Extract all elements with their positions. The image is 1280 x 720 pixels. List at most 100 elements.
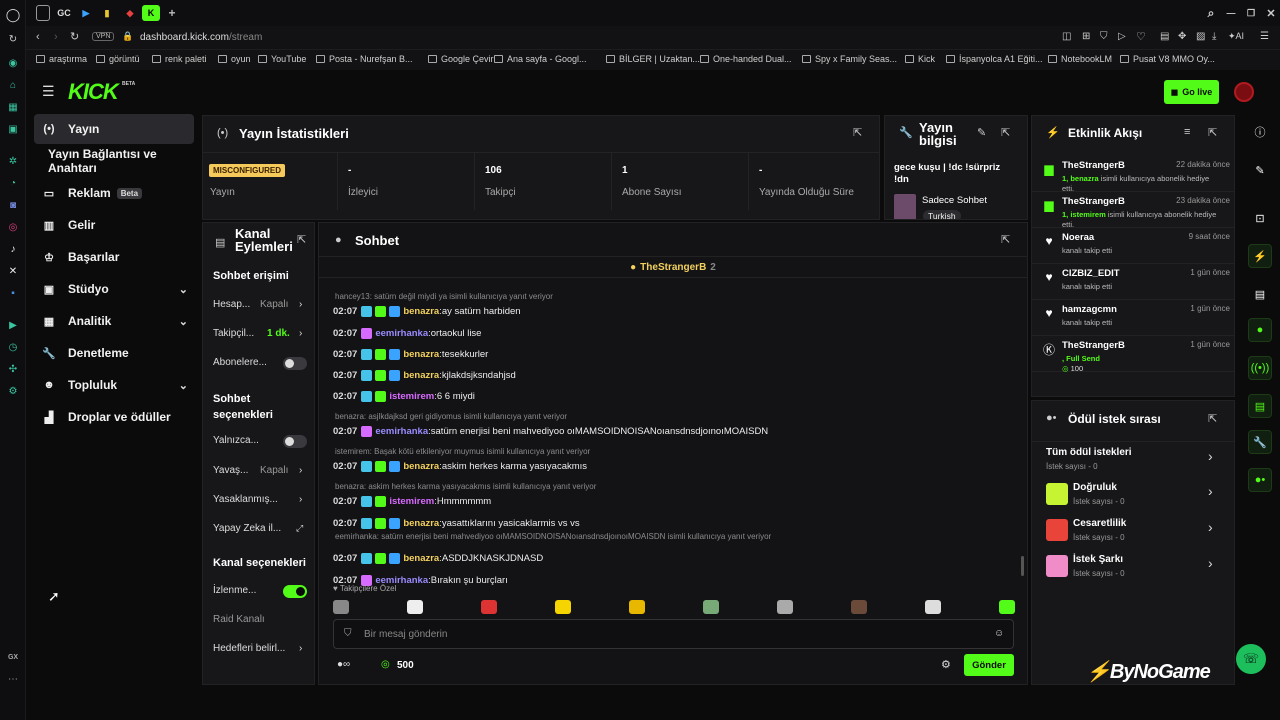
- tiktok-icon[interactable]: ♪: [6, 242, 20, 256]
- bookmark-item[interactable]: Ana sayfa - Googl...: [494, 54, 587, 64]
- history-icon[interactable]: ◷: [6, 340, 20, 354]
- send-button[interactable]: Gönder: [964, 654, 1014, 676]
- x-icon[interactable]: ✕: [6, 264, 20, 278]
- chat-message[interactable]: 02:07 benazra: tesekkurler: [333, 349, 488, 360]
- wrench-icon[interactable]: 🔧: [1248, 430, 1272, 454]
- emote-icon[interactable]: [999, 600, 1015, 614]
- reward-cesaretlilik[interactable]: Cesaretlilik İstek sayısı - 0 ›: [1032, 513, 1234, 547]
- row-hesap[interactable]: Hesap... Kapalı ›: [213, 299, 309, 310]
- chat-message[interactable]: 02:07 benazra: ASDDJKNASKJDNASD: [333, 553, 543, 564]
- discord-icon[interactable]: ◙: [6, 198, 20, 212]
- extensions-icon[interactable]: ✣: [6, 362, 20, 376]
- izlenme-toggle[interactable]: [283, 585, 307, 598]
- vk-icon[interactable]: ▪: [6, 286, 20, 300]
- chat-scrollbar[interactable]: [1021, 556, 1024, 576]
- message-username[interactable]: eemirhanka: [375, 426, 428, 437]
- sidebar-item-basarilar[interactable]: ♔ Başarılar: [34, 242, 194, 272]
- tab-kick[interactable]: K: [142, 5, 160, 21]
- more-icon[interactable]: ⋯: [6, 672, 20, 686]
- activity-item[interactable]: ♥ Noeraa 9 saat önce kanalı takip etti: [1032, 228, 1234, 264]
- chat-message[interactable]: 02:07 istemirem: Hmmmmmm: [333, 496, 491, 507]
- ai-button[interactable]: ✦AI: [1228, 31, 1244, 42]
- hamburger-icon[interactable]: ☰: [42, 83, 55, 100]
- emote-icon[interactable]: [333, 600, 349, 614]
- tab-play-icon[interactable]: ▶: [80, 5, 92, 21]
- bookmark-item[interactable]: Kick: [905, 54, 935, 64]
- reward-istek-sarki[interactable]: İstek Şarkı İstek sayısı - 0 ›: [1032, 549, 1234, 583]
- message-username[interactable]: benazra: [403, 461, 439, 472]
- row-yavas[interactable]: Yavaş... Kapalı ›: [213, 465, 309, 476]
- popout-icon[interactable]: ⇱: [297, 233, 306, 246]
- sidebar-item-yayin[interactable]: (•) Yayın: [34, 114, 194, 144]
- sidebar-item-baglanti[interactable]: Yayın Bağlantısı ve Anahtarı: [34, 146, 194, 176]
- bookmark-item[interactable]: Spy x Family Seas...: [802, 54, 897, 64]
- row-yapay-zeka[interactable]: Yapay Zeka il... ⤢: [213, 523, 309, 534]
- message-username[interactable]: istemirem: [389, 496, 434, 507]
- heart-icon[interactable]: ♡: [1136, 30, 1146, 43]
- actions-icon[interactable]: ▤: [1248, 394, 1272, 418]
- emoji-icon[interactable]: ☺: [994, 628, 1004, 639]
- chat-input[interactable]: ⛉ Bir mesaj gönderin ☺: [333, 619, 1014, 649]
- image-icon[interactable]: ▨: [1196, 31, 1205, 42]
- sidebar-item-studyo[interactable]: ▣ Stüdyo ⌄: [34, 274, 194, 304]
- mod-icon[interactable]: ⌂: [6, 78, 20, 92]
- broadcast-icon[interactable]: ((•)): [1248, 356, 1272, 380]
- menu-icon[interactable]: ☰: [1260, 31, 1269, 42]
- bookmark-item[interactable]: Pusat V8 MMO Oy...: [1120, 54, 1215, 64]
- chat-message[interactable]: 02:07 benazra: yasattıklarını yasicaklarm…: [333, 518, 580, 529]
- tab-game-icon[interactable]: ◆: [124, 5, 136, 21]
- kick-logo[interactable]: KICK: [68, 79, 119, 105]
- tab-gc[interactable]: GC: [56, 5, 72, 21]
- extension-icon[interactable]: ✥: [1178, 31, 1186, 42]
- row-raid[interactable]: Raid Kanalı: [213, 614, 309, 625]
- row-yasaklanmis[interactable]: Yasaklanmış... ›: [213, 494, 309, 505]
- info-icon[interactable]: ⓘ: [1248, 120, 1272, 144]
- message-username[interactable]: benazra: [403, 518, 439, 529]
- avatar[interactable]: [1234, 82, 1254, 102]
- activity-item[interactable]: ♥ hamzagcmn 1 gün önce kanalı takip etti: [1032, 300, 1234, 336]
- opera-logo-icon[interactable]: ◯: [6, 7, 21, 22]
- activity-item[interactable]: Ⓚ TheStrangerB 1 gün önce , Full Send ◎ 100: [1032, 336, 1234, 373]
- emote-icon[interactable]: [407, 600, 423, 614]
- tab-bars-icon[interactable]: ▮: [102, 5, 112, 21]
- bookmark-item[interactable]: araştırma: [36, 54, 87, 64]
- emote-icon[interactable]: [777, 600, 793, 614]
- bookmark-item[interactable]: BİLGER | Uzaktan...: [606, 54, 700, 64]
- popout-icon[interactable]: ⇱: [1208, 126, 1217, 139]
- forward-icon[interactable]: ›: [54, 31, 58, 43]
- tab-window-icon[interactable]: [36, 5, 50, 21]
- category-name[interactable]: Sadece Sohbet: [922, 195, 987, 206]
- emote-icon[interactable]: [481, 600, 497, 614]
- chat-message[interactable]: 02:07 istemirem: 6 6 miydi: [333, 391, 475, 402]
- chat-message[interactable]: 02:07 benazra: ay satürn harbiden: [333, 306, 521, 317]
- sidebar-item-denetleme[interactable]: 🔧 Denetleme: [34, 338, 194, 368]
- popout-icon[interactable]: ⇱: [1001, 233, 1010, 246]
- infinity-icon[interactable]: ●∞: [337, 659, 350, 670]
- row-takipci[interactable]: Takipçil... 1 dk. ›: [213, 328, 309, 339]
- popout-icon[interactable]: ⇱: [1001, 126, 1010, 139]
- filter-icon[interactable]: ≡: [1184, 126, 1190, 138]
- chat-icon[interactable]: ●: [1248, 318, 1272, 342]
- minimize-icon[interactable]: —: [1224, 5, 1238, 21]
- edit-icon[interactable]: ✎: [977, 126, 986, 139]
- hot-tabs-icon[interactable]: ▣: [6, 122, 20, 136]
- reward-all[interactable]: Tüm ödül istekleri İstek sayısı - 0 ›: [1032, 441, 1234, 475]
- shield-icon[interactable]: ⛉: [1100, 31, 1108, 42]
- gear-icon[interactable]: ⚙: [941, 658, 951, 671]
- go-live-button[interactable]: ◼ Go live: [1164, 80, 1219, 104]
- back-icon[interactable]: ‹: [36, 31, 40, 43]
- row-hedefler[interactable]: Hedefleri belirl... ›: [213, 643, 309, 654]
- vpn-badge[interactable]: VPN: [92, 32, 115, 41]
- bookmark-item[interactable]: görüntü: [96, 54, 140, 64]
- sidebar-item-reklam[interactable]: ▭ Reklam Beta: [34, 178, 194, 208]
- search-tabs-icon[interactable]: ⌕: [1204, 5, 1218, 21]
- bookmark-item[interactable]: Google Çeviri: [428, 54, 496, 64]
- download-icon[interactable]: ⤓: [1212, 31, 1216, 42]
- chat-message[interactable]: 02:07 eemirhanka: ortaokul lise: [333, 328, 481, 339]
- emote-icon[interactable]: [703, 600, 719, 614]
- popout-icon[interactable]: ⇱: [853, 126, 862, 139]
- emote-icon[interactable]: [851, 600, 867, 614]
- emote-icon[interactable]: [629, 600, 645, 614]
- activity-item[interactable]: ♥ CIZBIZ_EDIT 1 gün önce kanalı takip etti: [1032, 264, 1234, 300]
- chat-message[interactable]: 02:07 eemirhanka: satürn enerjisi beni ma…: [333, 426, 768, 437]
